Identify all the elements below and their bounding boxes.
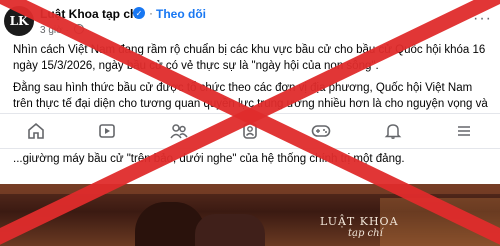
post-meta: 3 giờ · — [40, 24, 84, 36]
post-photo[interactable] — [0, 184, 500, 246]
follow-button[interactable]: Theo dõi — [156, 7, 206, 21]
video-icon[interactable] — [97, 121, 117, 141]
notifications-icon[interactable] — [383, 121, 403, 141]
photo-watermark-sub: tạp chí — [348, 228, 383, 239]
facebook-post: LK Luật Khoa tạp chí ✓ · Theo dõi 3 giờ … — [0, 0, 500, 246]
separator-dot: · — [149, 6, 153, 20]
page-avatar[interactable]: LK — [4, 6, 34, 36]
more-dots-icon[interactable]: ··· — [473, 10, 492, 28]
photo-background — [0, 184, 500, 194]
menu-icon[interactable] — [454, 121, 474, 141]
gaming-icon[interactable] — [311, 121, 331, 141]
page-name-link[interactable]: Luật Khoa tạp chí — [40, 7, 141, 21]
post-time[interactable]: 3 giờ · — [40, 25, 69, 36]
verified-badge-icon: ✓ — [133, 7, 145, 19]
photo-watermark: LUẬT KHOA — [320, 215, 399, 228]
photo-person — [195, 214, 265, 246]
home-icon[interactable] — [26, 121, 46, 141]
app-toolbar — [0, 113, 500, 149]
groups-icon[interactable] — [240, 121, 260, 141]
friends-icon[interactable] — [169, 121, 189, 141]
post-paragraph-1: Nhìn cách Việt Nam đang rầm rộ chuẩn bị … — [13, 44, 486, 72]
globe-icon — [73, 24, 84, 34]
post-paragraph-3: ...giường máy bầu cử "trên bảo, dưới ngh… — [13, 153, 405, 165]
